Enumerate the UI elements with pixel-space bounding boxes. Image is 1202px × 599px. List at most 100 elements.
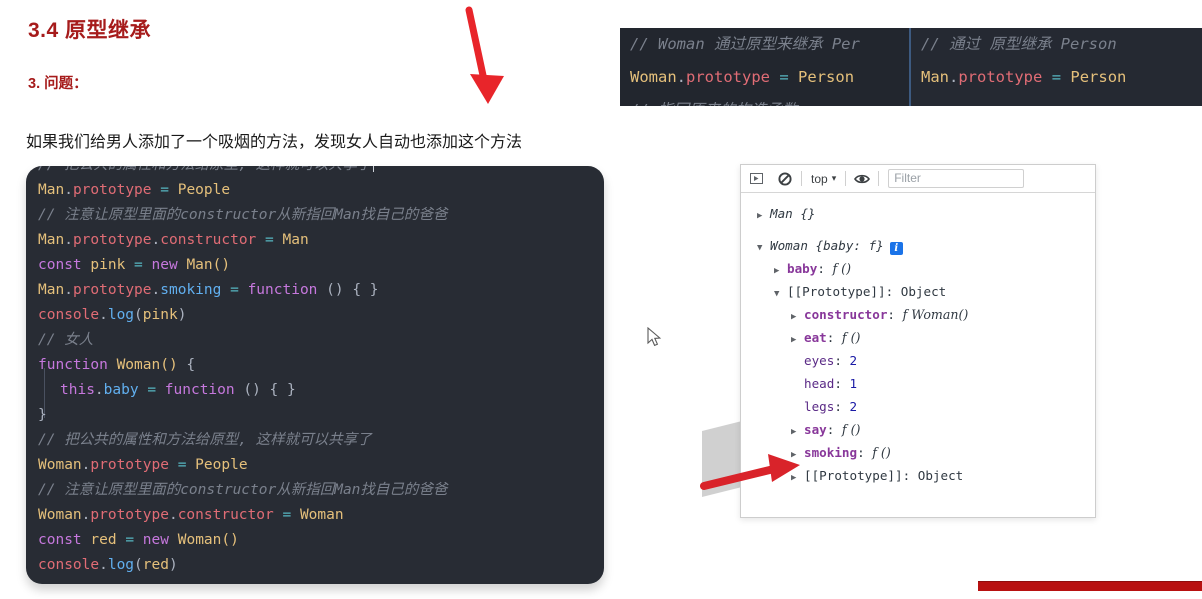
tok-name: pink xyxy=(90,257,126,273)
object-name: Woman xyxy=(770,238,808,253)
tok-obj: console xyxy=(38,557,100,573)
live-expression-eye-icon[interactable] xyxy=(853,170,871,188)
tok-value: People xyxy=(195,457,248,473)
tok-this: this xyxy=(60,382,95,398)
colon: : xyxy=(902,468,918,483)
tok-op: = xyxy=(282,507,292,523)
console-row-head[interactable]: ▶head: 1 xyxy=(791,372,1095,395)
sp xyxy=(239,282,248,298)
sp xyxy=(291,507,300,523)
console-row-baby[interactable]: ▶ baby: f () xyxy=(774,257,1095,280)
tok-value: People xyxy=(177,182,231,198)
code-token-op: = xyxy=(1051,68,1062,86)
console-row-constructor[interactable]: ▶ constructor: f Woman() xyxy=(791,303,1095,326)
tok-op: = xyxy=(265,232,274,248)
code-token-prop: prototype xyxy=(958,68,1043,86)
console-row-prototype-1[interactable]: ▼ [[Prototype]]: Object xyxy=(774,280,1095,303)
tok-var: Man xyxy=(38,182,65,198)
tok-dot: . xyxy=(64,282,73,298)
tok-dot: . xyxy=(64,232,73,248)
tok-var: Woman xyxy=(38,457,82,473)
console-row-eat[interactable]: ▶ eat: f () xyxy=(791,326,1095,349)
sp xyxy=(125,257,134,273)
twisty-collapsed-icon[interactable]: ▶ xyxy=(757,205,770,228)
console-row-woman[interactable]: ▼ Woman {baby: f} i xyxy=(757,234,1095,257)
tok-prop: prototype xyxy=(90,457,169,473)
tok-arg: pink xyxy=(142,307,178,323)
code-token-var: Man xyxy=(921,68,949,86)
tok-var: Man xyxy=(38,282,65,298)
sp xyxy=(156,382,165,398)
property-key: constructor xyxy=(804,307,888,322)
code-space2 xyxy=(789,68,798,86)
tok-dot: . xyxy=(99,557,108,573)
code-comment: // 女人 xyxy=(38,332,94,348)
tok-obj: console xyxy=(38,307,100,323)
twisty-collapsed-icon[interactable]: ▶ xyxy=(791,467,804,490)
twisty-expanded-icon[interactable]: ▼ xyxy=(757,237,770,260)
code-block-prototype-inheritance: // 把公共的属性和方法给原型, 这样就可以共享了 Man.prototype … xyxy=(26,166,604,584)
page-title: 3.4 原型继承 xyxy=(28,19,152,42)
toolbar-divider-2 xyxy=(845,171,847,186)
twisty-collapsed-icon[interactable]: ▶ xyxy=(791,421,804,444)
tok-brace: { xyxy=(186,357,196,373)
code-token-value: Person xyxy=(798,68,855,86)
console-row-eyes[interactable]: ▶eyes: 2 xyxy=(791,349,1095,372)
console-toolbar: top ▾ Filter xyxy=(741,165,1095,193)
console-row-say[interactable]: ▶ say: f () xyxy=(791,418,1095,441)
property-key: head xyxy=(804,376,835,391)
tok-paren-close: ) xyxy=(168,557,178,573)
colon: : xyxy=(826,330,842,345)
object-name: Man xyxy=(770,206,793,221)
tok-kw: const xyxy=(38,257,82,273)
tok-var: Woman xyxy=(38,507,82,523)
code-token-dot: . xyxy=(676,68,687,86)
console-row-legs[interactable]: ▶legs: 2 xyxy=(791,395,1095,418)
colon: : xyxy=(834,353,850,368)
colon: : xyxy=(887,307,903,322)
info-badge-icon[interactable]: i xyxy=(889,242,903,255)
tok-fn: smoking xyxy=(160,282,222,298)
toolbar-divider-3 xyxy=(878,171,880,186)
clear-console-icon[interactable] xyxy=(776,170,794,188)
code-line-7: console.log(pink) xyxy=(38,303,447,328)
sp xyxy=(256,232,265,248)
twisty-collapsed-icon[interactable]: ▶ xyxy=(774,260,787,283)
console-row-prototype-2[interactable]: ▶ [[Prototype]]: Object xyxy=(791,464,1095,487)
console-filter-input[interactable]: Filter xyxy=(888,169,1025,188)
tok-paren-open: ( xyxy=(134,307,143,323)
console-row-smoking[interactable]: ▶ smoking: f () xyxy=(791,441,1095,464)
tok-op: = xyxy=(230,282,239,298)
twisty-collapsed-icon[interactable]: ▶ xyxy=(791,444,804,467)
tok-dot: . xyxy=(94,382,104,398)
code-comment: // 注意让原型里面的constructor从新指回Man找自己的爸爸 xyxy=(38,207,448,223)
show-console-sidebar-icon[interactable] xyxy=(747,170,765,188)
execution-context-selector[interactable]: top ▾ xyxy=(809,172,838,186)
sp xyxy=(108,357,117,373)
twisty-expanded-icon[interactable]: ▼ xyxy=(774,283,787,306)
code-token-prop: prototype xyxy=(686,68,771,86)
twisty-collapsed-icon[interactable]: ▶ xyxy=(791,329,804,352)
code-panel-man: // 通过 原型继承 Person Man.prototype = Person xyxy=(909,28,1202,106)
tok-brace-close: } xyxy=(38,407,47,423)
tok-name: Woman() xyxy=(116,357,178,373)
code-comment: // 把公共的属性和方法给原型, 这样就可以共享了 xyxy=(38,166,372,173)
twisty-collapsed-icon[interactable]: ▶ xyxy=(791,306,804,329)
tok-paren-open: ( xyxy=(134,557,143,573)
devtools-console-panel[interactable]: top ▾ Filter ▶ Man {} ▼ Woman {baby: f} i ▶… xyxy=(740,164,1096,518)
code-line-2: Man.prototype = People xyxy=(38,178,447,203)
tok-value: Man xyxy=(282,232,309,248)
tok-kw2: function xyxy=(164,382,235,398)
text-caret xyxy=(372,166,374,172)
object-preview: {baby: f} xyxy=(815,238,884,253)
tok-dot2: . xyxy=(151,282,161,298)
code-line-13: Woman.prototype = People xyxy=(38,453,447,478)
tok-dot2: . xyxy=(151,232,161,248)
code-panel-woman: // Woman 通过原型来继承 Per Woman.prototype = P… xyxy=(620,28,909,106)
sp xyxy=(152,182,161,198)
code-line-16: const red = new Woman() xyxy=(38,528,447,553)
twisty-placeholder: ▶ xyxy=(791,398,804,421)
code-line-6: Man.prototype.smoking = function () { } xyxy=(38,278,447,303)
console-row-man[interactable]: ▶ Man {} xyxy=(757,202,1095,225)
